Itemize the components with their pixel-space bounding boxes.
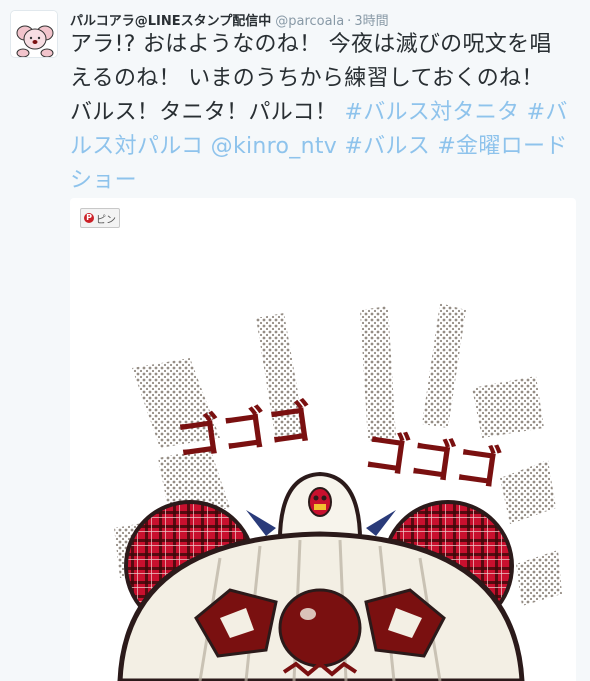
koala-avatar-icon: [11, 11, 57, 57]
tweet: パルコアラ@LINEスタンプ配信中 @parcoala · 3時間 アラ!? お…: [0, 0, 590, 681]
mention-link[interactable]: @kinro_ntv: [211, 134, 337, 159]
avatar[interactable]: [10, 10, 58, 58]
hashtag-link[interactable]: #バルス: [344, 134, 430, 159]
display-name[interactable]: パルコアラ@LINEスタンプ配信中: [70, 10, 271, 29]
tweet-header: パルコアラ@LINEスタンプ配信中 @parcoala · 3時間: [70, 10, 389, 30]
pin-button[interactable]: P ピン: [80, 208, 120, 228]
hashtag-link[interactable]: #バルス対タニタ: [344, 100, 519, 125]
user-handle[interactable]: @parcoala: [275, 14, 344, 29]
tweet-text: アラ!? おはようなのね！ 今夜は滅びの呪文を唱えるのね！ いまのうちから練習し…: [70, 28, 570, 198]
tweet-media[interactable]: ゴゴゴ ゴゴゴ P ピン: [70, 198, 576, 681]
timestamp[interactable]: 3時間: [354, 10, 388, 29]
parcoala-illustration: ゴゴゴ ゴゴゴ: [114, 303, 562, 681]
pin-label: ピン: [96, 214, 116, 226]
separator: ·: [347, 14, 352, 29]
pinterest-icon: P: [84, 213, 94, 223]
